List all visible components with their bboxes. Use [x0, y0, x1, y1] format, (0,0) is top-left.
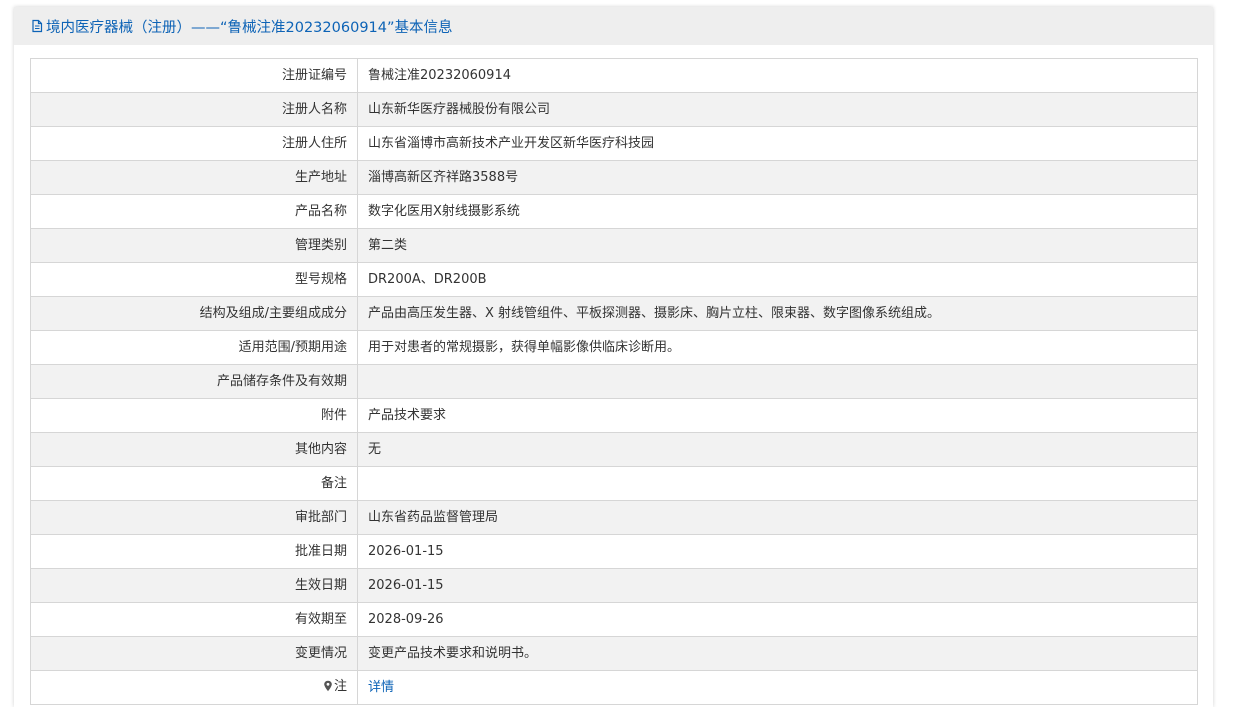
table-row: 有效期至 2028-09-26: [30, 602, 1198, 637]
table-row: 结构及组成/主要组成成分 产品由高压发生器、X 射线管组件、平板探测器、摄影床、胸…: [30, 296, 1198, 331]
table-row: 型号规格 DR200A、DR200B: [30, 262, 1198, 297]
table-row: 批准日期 2026-01-15: [30, 534, 1198, 569]
details-link[interactable]: 详情: [368, 680, 394, 695]
page-title: 境内医疗器械（注册）——“鲁械注准20232060914”基本信息: [46, 19, 453, 36]
pin-icon: [323, 680, 333, 692]
table-row: 生产地址 淄博高新区齐祥路3588号: [30, 160, 1198, 195]
panel-header: 境内医疗器械（注册）——“鲁械注准20232060914”基本信息: [14, 7, 1213, 45]
field-label: 其他内容: [30, 432, 358, 467]
field-value: [357, 466, 1198, 501]
field-label: 注册证编号: [30, 58, 358, 93]
field-value: DR200A、DR200B: [357, 262, 1198, 297]
field-label: 变更情况: [30, 636, 358, 671]
field-value: 数字化医用X射线摄影系统: [357, 194, 1198, 229]
table-row: 适用范围/预期用途 用于对患者的常规摄影，获得单幅影像供临床诊断用。: [30, 330, 1198, 365]
table-row: 变更情况 变更产品技术要求和说明书。: [30, 636, 1198, 671]
field-label: 生产地址: [30, 160, 358, 195]
note-label: 注: [333, 678, 347, 694]
field-label: 型号规格: [30, 262, 358, 297]
field-label: 产品名称: [30, 194, 358, 229]
field-value: 2028-09-26: [357, 602, 1198, 637]
field-label: 注册人名称: [30, 92, 358, 127]
field-value: 2026-01-15: [357, 534, 1198, 569]
table-row: 产品储存条件及有效期: [30, 364, 1198, 399]
info-panel: 境内医疗器械（注册）——“鲁械注准20232060914”基本信息 注册证编号鲁…: [14, 7, 1213, 707]
field-value: 用于对患者的常规摄影，获得单幅影像供临床诊断用。: [357, 330, 1198, 365]
field-label: 生效日期: [30, 568, 358, 603]
field-value: 第二类: [357, 228, 1198, 263]
table-row: 注册人住所 山东省淄博市高新技术产业开发区新华医疗科技园: [30, 126, 1198, 161]
table-row-note: 注 详情: [30, 670, 1198, 705]
field-value: 产品技术要求: [357, 398, 1198, 433]
table-row: 注册人名称 山东新华医疗器械股份有限公司: [30, 92, 1198, 127]
table-row: 产品名称 数字化医用X射线摄影系统: [30, 194, 1198, 229]
table-row: 附件 产品技术要求: [30, 398, 1198, 433]
table-row: 生效日期 2026-01-15: [30, 568, 1198, 603]
field-label: 有效期至: [30, 602, 358, 637]
note-label-cell: 注: [30, 670, 358, 705]
field-value: 鲁械注准20232060914: [357, 58, 1198, 93]
field-value: 山东新华医疗器械股份有限公司: [357, 92, 1198, 127]
field-value: 淄博高新区齐祥路3588号: [357, 160, 1198, 195]
table-row: 备注: [30, 466, 1198, 501]
field-label: 管理类别: [30, 228, 358, 263]
table-row: 审批部门 山东省药品监督管理局: [30, 500, 1198, 535]
field-value: 山东省淄博市高新技术产业开发区新华医疗科技园: [357, 126, 1198, 161]
table-row: 其他内容无: [30, 432, 1198, 467]
field-label: 批准日期: [30, 534, 358, 569]
field-label: 备注: [30, 466, 358, 501]
field-label: 审批部门: [30, 500, 358, 535]
info-table: 注册证编号 鲁械注准20232060914 注册人名称 山东新华医疗器械股份有限公司注…: [30, 58, 1198, 705]
field-value: 变更产品技术要求和说明书。: [357, 636, 1198, 671]
document-icon: [30, 19, 44, 33]
field-label: 产品储存条件及有效期: [30, 364, 358, 399]
field-value: 2026-01-15: [357, 568, 1198, 603]
table-row: 注册证编号 鲁械注准20232060914: [30, 58, 1198, 93]
field-value: [357, 364, 1198, 399]
field-label: 适用范围/预期用途: [30, 330, 358, 365]
field-value: 无: [357, 432, 1198, 467]
field-label: 结构及组成/主要组成成分: [30, 296, 358, 331]
field-label: 附件: [30, 398, 358, 433]
table-row: 管理类别 第二类: [30, 228, 1198, 263]
note-value-cell: 详情: [357, 670, 1198, 705]
field-value: 山东省药品监督管理局: [357, 500, 1198, 535]
field-label: 注册人住所: [30, 126, 358, 161]
field-value: 产品由高压发生器、X 射线管组件、平板探测器、摄影床、胸片立柱、限束器、数字图像…: [357, 296, 1198, 331]
